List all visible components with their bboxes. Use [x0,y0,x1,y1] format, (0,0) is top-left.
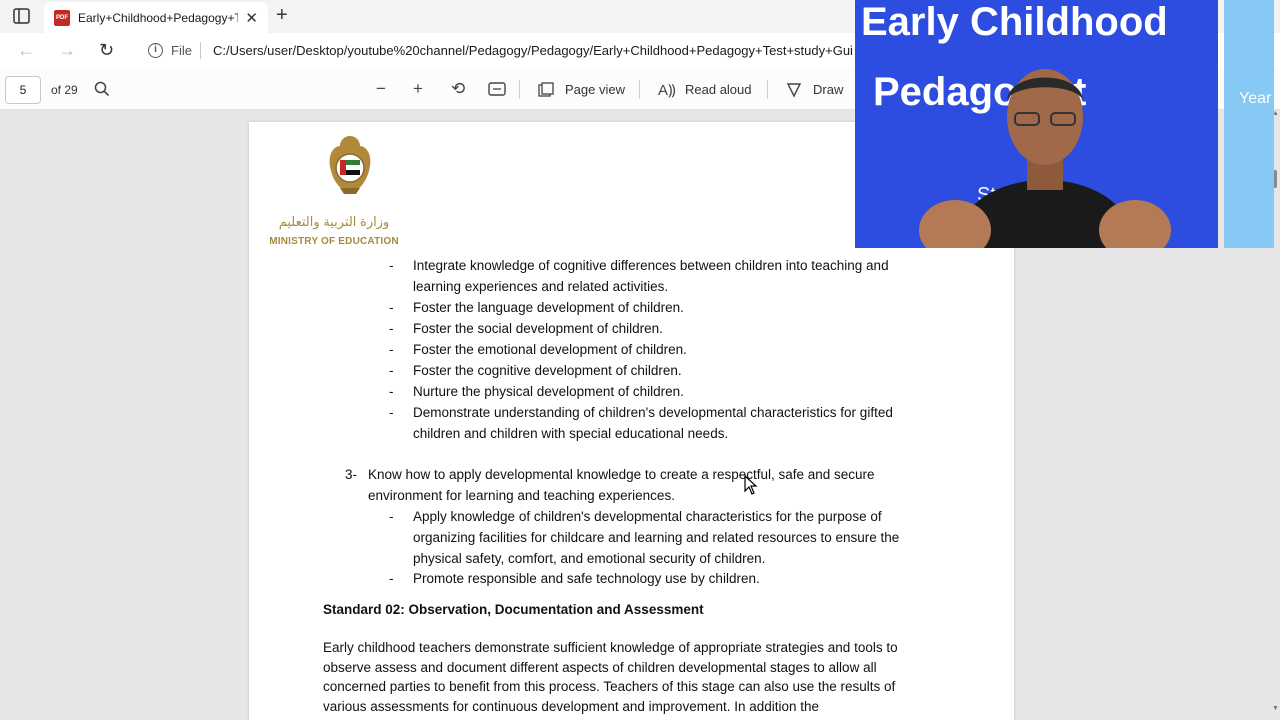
item-number: 3- [345,467,358,482]
read-aloud-icon: A⸩ [658,82,676,99]
list-item-text: Integrate knowledge of cognitive differe… [413,258,889,294]
list-item-text: Foster the language development of child… [413,300,684,315]
page-view-button[interactable]: Page view [565,82,625,97]
browser-tab[interactable]: PDF Early+Childhood+Pedagogy+Test+study+… [44,2,268,33]
bullet-dash: - [389,571,394,586]
bullet-dash: - [389,384,394,399]
address-divider [200,42,201,59]
list-item-text: Foster the emotional development of chil… [413,342,687,357]
page-total: of 29 [51,83,78,97]
bullet-dash: - [389,258,394,273]
logo-arabic-text: وزارة التربية والتعليم [278,214,390,229]
bullet-dash: - [389,363,394,378]
list-item-text: Apply knowledge of children's developmen… [413,509,900,566]
standard-heading: Standard 02: Observation, Documentation … [323,602,704,617]
webcam-overlay: Early Childhood Pedago est Stud [855,0,1218,248]
draw-pen-icon [786,83,802,98]
bullet-dash: - [389,342,394,357]
tab-title: Early+Childhood+Pedagogy+Test+study+Guid… [78,10,238,25]
url-field[interactable]: C:/Users/user/Desktop/youtube%20channel/… [213,43,853,58]
draw-button[interactable]: Draw [813,82,843,97]
toolbar-divider [519,80,520,99]
new-tab-icon[interactable]: + [276,4,288,27]
list-item-text: Promote responsible and safe technology … [413,571,760,586]
page-number-input[interactable]: 5 [5,76,41,104]
side-overlay-text: Year [1239,90,1272,107]
scroll-down-icon[interactable]: ▼ [1272,705,1279,712]
rotate-icon[interactable]: ⟲ [451,79,465,99]
presenter-video [919,69,1171,248]
pdf-file-icon: PDF [54,9,70,26]
refresh-icon[interactable]: ↻ [99,40,114,61]
fit-page-icon[interactable] [488,82,506,96]
bullet-dash: - [389,321,394,336]
zoom-out-icon[interactable]: − [376,79,386,99]
list-item-text: Demonstrate understanding of children's … [413,405,893,441]
info-icon[interactable]: i [148,43,163,58]
toolbar-divider [639,80,640,99]
body-paragraph: Early childhood teachers demonstrate suf… [323,640,898,714]
list-item-text: Foster the cognitive development of chil… [413,363,682,378]
search-icon[interactable] [94,81,110,97]
side-overlay-panel: Year [1224,0,1274,248]
read-aloud-button[interactable]: Read aloud [685,82,752,97]
toolbar-divider [767,80,768,99]
bullet-dash: - [389,405,394,420]
overlay-title-line1: Early Childhood [861,0,1168,44]
close-tab-icon[interactable]: ✕ [245,9,258,27]
file-protocol-label: File [171,43,192,58]
bullet-dash: - [389,509,394,524]
forward-arrow-icon[interactable]: → [58,40,76,61]
numbered-item-text: Know how to apply developmental knowledg… [368,467,875,503]
bullet-dash: - [389,300,394,315]
mouse-pointer-icon [744,475,758,495]
uae-emblem-icon [329,136,371,194]
back-arrow-icon[interactable]: ← [17,40,35,61]
logo-english-text: MINISTRY OF EDUCATION [269,236,399,247]
tab-actions-icon[interactable] [12,7,32,25]
zoom-in-icon[interactable]: + [413,79,423,99]
list-item-text: Nurture the physical development of chil… [413,384,684,399]
list-item-text: Foster the social development of childre… [413,321,663,336]
page-view-icon [538,82,554,97]
